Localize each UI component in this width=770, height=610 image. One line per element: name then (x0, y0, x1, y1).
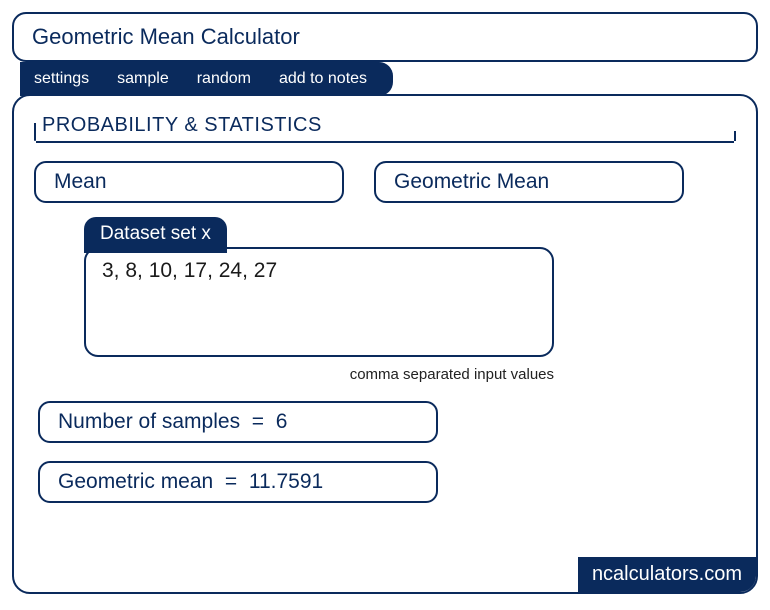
dataset-label: Dataset set x (84, 217, 227, 253)
tab-bar: settings sample random add to notes (20, 62, 393, 96)
dataset-group: Dataset set x comma separated input valu… (84, 217, 554, 383)
dataset-input[interactable] (84, 247, 554, 357)
tab-random[interactable]: random (183, 62, 265, 96)
breadcrumb-geometric-mean[interactable]: Geometric Mean (374, 161, 684, 203)
samples-value: 6 (276, 410, 288, 433)
breadcrumb: Mean Geometric Mean (34, 161, 736, 203)
footer-brand: ncalculators.com (578, 557, 756, 592)
section-heading: PROBABILITY & STATISTICS (42, 114, 736, 137)
gm-value: 11.7591 (249, 470, 323, 493)
tab-settings[interactable]: settings (20, 62, 103, 96)
main-panel: PROBABILITY & STATISTICS Mean Geometric … (12, 94, 758, 594)
dataset-hint: comma separated input values (84, 366, 554, 383)
geometric-mean-output: Geometric mean = 11.7591 (38, 461, 438, 503)
tab-add-to-notes[interactable]: add to notes (265, 62, 381, 96)
samples-output: Number of samples = 6 (38, 401, 438, 443)
page-title: Geometric Mean Calculator (12, 12, 758, 62)
tab-sample[interactable]: sample (103, 62, 183, 96)
section-divider (36, 141, 734, 143)
gm-label: Geometric mean (58, 470, 213, 493)
breadcrumb-mean[interactable]: Mean (34, 161, 344, 203)
samples-label: Number of samples (58, 410, 240, 433)
